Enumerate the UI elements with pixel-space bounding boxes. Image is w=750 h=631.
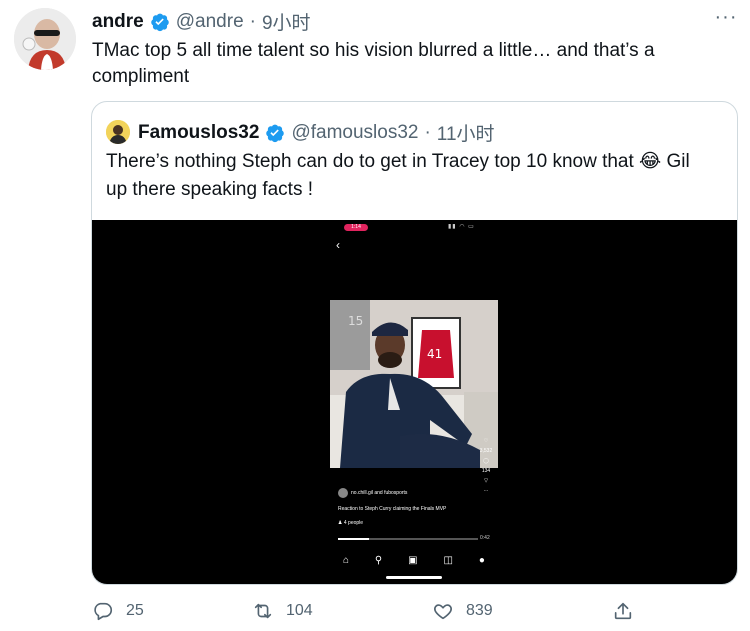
video-caption: Reaction to Steph Curry claiming the Fin… [338, 506, 447, 512]
quoted-header: Famouslos32 @famouslos32 · 11小时 [138, 119, 495, 146]
video-like-count: 3,532 [479, 448, 493, 454]
jersey-number-left: 15 [348, 314, 363, 328]
poster-names: no.chill.gil and fubosports [351, 490, 408, 496]
tweet-time[interactable]: 9小时 [262, 8, 311, 35]
separator-dot: · [424, 121, 431, 143]
quoted-tweet-text: There’s nothing Steph can do to get in T… [106, 151, 690, 200]
tweet-actions: 25 104 839 [92, 596, 652, 626]
recording-time-pill: 1:14 [344, 224, 368, 231]
tweet-header: andre @andre · 9小时 [92, 8, 311, 35]
retweet-button[interactable]: 104 [252, 600, 432, 622]
home-indicator [386, 576, 442, 579]
home-icon[interactable]: ⌂ [343, 555, 349, 566]
share-button[interactable] [612, 600, 634, 622]
quoted-tweet[interactable]: Famouslos32 @famouslos32 · 11小时 There’s … [91, 101, 738, 585]
video-frame: 15 41 [330, 300, 498, 468]
profile-icon[interactable]: ● [479, 555, 485, 566]
tweet-text: TMac top 5 all time talent so his vision… [92, 40, 655, 87]
more-options-icon[interactable]: ··· [712, 6, 740, 30]
reply-button[interactable]: 25 [92, 600, 252, 622]
video-side-actions: ♡ 3,532 ◯ 134 ▽ ··· [476, 438, 496, 498]
quoted-author-avatar[interactable] [106, 120, 130, 144]
jersey-number-right: 41 [427, 347, 442, 361]
share-icon [614, 602, 632, 620]
shop-icon[interactable]: ◫ [444, 555, 453, 566]
search-icon[interactable]: ⚲ [375, 555, 382, 566]
reply-icon [94, 602, 113, 621]
like-button[interactable]: 839 [432, 600, 612, 622]
app-bottom-nav: ⌂ ⚲ ▣ ◫ ● [330, 550, 498, 570]
poster-avatar [338, 488, 348, 498]
like-count: 839 [466, 602, 493, 619]
back-arrow-icon: ‹ [336, 238, 340, 252]
quoted-tweet-time[interactable]: 11小时 [437, 119, 495, 146]
verified-badge-icon [266, 124, 285, 142]
separator-dot: · [249, 10, 256, 32]
heart-icon [434, 604, 452, 620]
retweet-count: 104 [286, 602, 313, 619]
author-avatar[interactable] [14, 8, 76, 70]
phone-status-icons: ▮▮ ◠ ▭ [448, 224, 475, 230]
video-tagged-people: ♟ 4 people [338, 520, 364, 526]
comment-icon[interactable]: ◯ [476, 458, 496, 464]
more-dots-icon[interactable]: ··· [476, 488, 496, 494]
phone-screen-recording: 1:14 ▮▮ ◠ ▭ ‹ 15 41 ♡ 3,532 ◯ 134 ▽ ··· … [330, 220, 498, 584]
quoted-author-handle[interactable]: @famouslos32 [291, 122, 418, 144]
heart-icon[interactable]: ♡ [476, 438, 496, 444]
verified-badge-icon [151, 13, 169, 31]
video-poster: no.chill.gil and fubosports [338, 488, 407, 498]
video-progress-fill [338, 538, 369, 540]
author-handle[interactable]: @andre [176, 11, 244, 33]
share-icon[interactable]: ▽ [476, 478, 496, 484]
podcast-frame-image: 15 41 [330, 300, 498, 468]
video-duration: 0:42 [480, 535, 490, 541]
reels-icon[interactable]: ▣ [408, 555, 417, 566]
reply-count: 25 [126, 602, 144, 619]
author-name[interactable]: andre [92, 11, 144, 33]
video-progress-bar[interactable] [338, 538, 478, 540]
quoted-author-name[interactable]: Famouslos32 [138, 122, 259, 144]
retweet-icon [254, 603, 272, 619]
video-comment-count: 134 [481, 468, 491, 474]
video-media[interactable]: 1:14 ▮▮ ◠ ▭ ‹ 15 41 ♡ 3,532 ◯ 134 ▽ ··· … [92, 220, 737, 584]
